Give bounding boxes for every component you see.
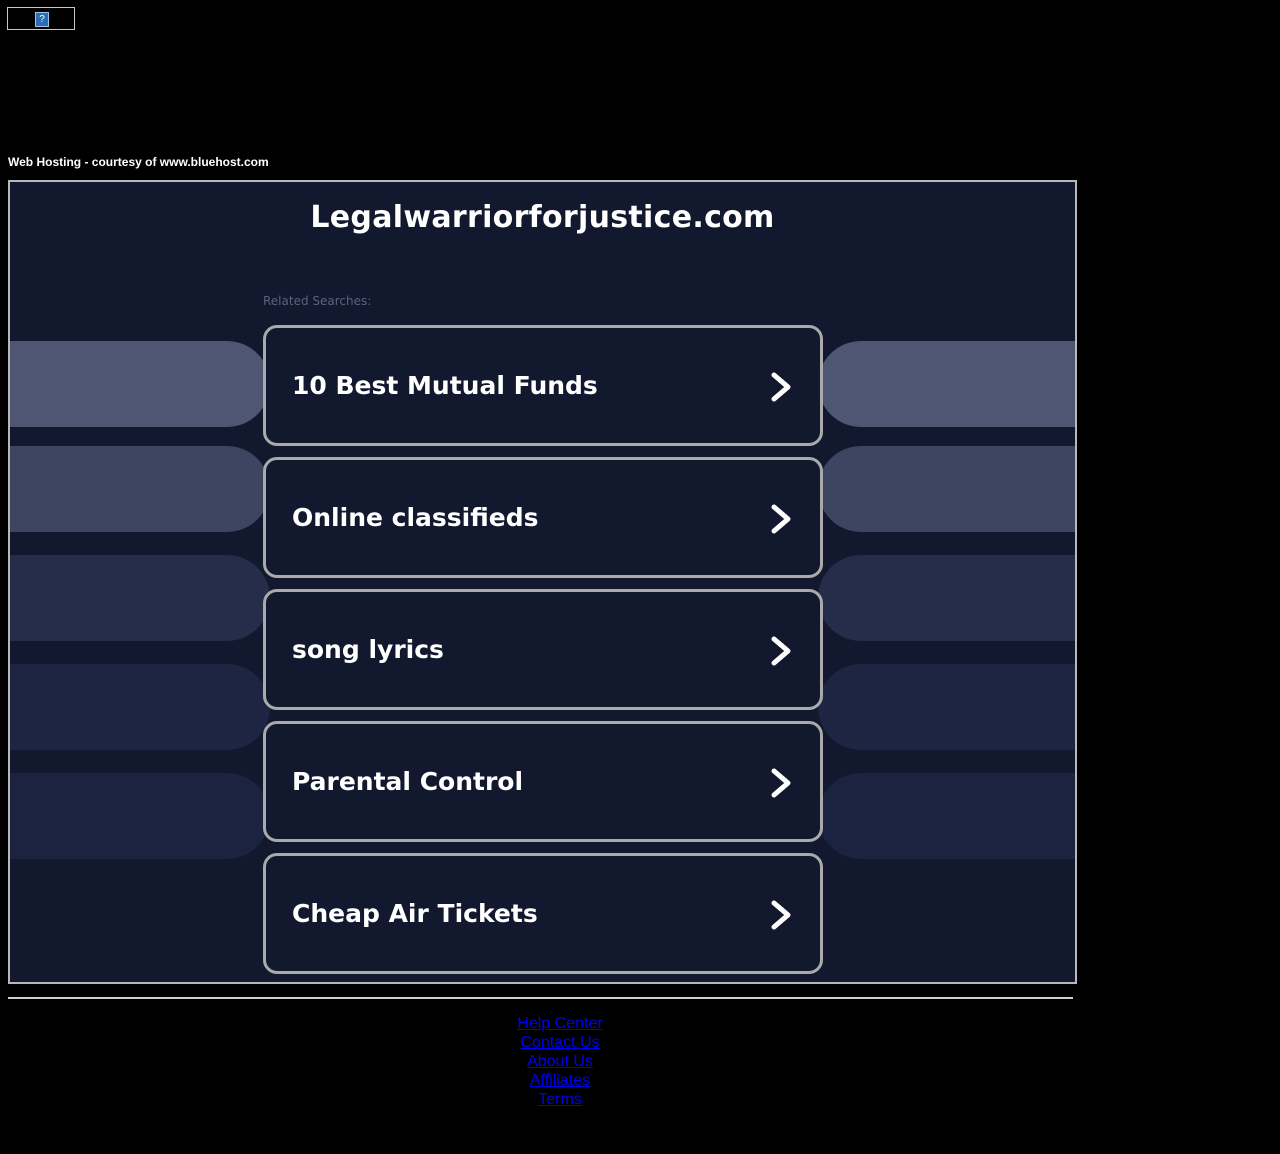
decor-pill xyxy=(10,446,270,532)
decor-pill xyxy=(818,446,1075,532)
terms-link[interactable]: Terms xyxy=(0,1090,1120,1109)
decor-pill xyxy=(818,773,1075,859)
help-center-link[interactable]: Help Center xyxy=(0,1014,1120,1033)
decor-pill xyxy=(10,555,270,641)
related-search-link[interactable]: Cheap Air Tickets xyxy=(263,853,823,974)
about-us-link[interactable]: About Us xyxy=(0,1052,1120,1071)
chevron-right-icon xyxy=(771,900,791,930)
related-search-label: Cheap Air Tickets xyxy=(292,899,538,928)
related-searches-label: Related Searches: xyxy=(263,294,372,308)
related-search-label: song lyrics xyxy=(292,635,444,664)
chevron-right-icon xyxy=(771,636,791,666)
related-search-link[interactable]: Online classifieds xyxy=(263,457,823,578)
chevron-right-icon xyxy=(771,504,791,534)
footer-divider xyxy=(8,997,1073,999)
related-search-label: Online classifieds xyxy=(292,503,539,532)
decor-pill xyxy=(10,341,270,427)
hosting-credit: Web Hosting - courtesy of www.bluehost.c… xyxy=(8,155,269,169)
broken-image-icon: ? xyxy=(35,12,49,27)
related-search-link[interactable]: Parental Control xyxy=(263,721,823,842)
contact-us-link[interactable]: Contact Us xyxy=(0,1033,1120,1052)
related-search-link[interactable]: song lyrics xyxy=(263,589,823,710)
decor-pill xyxy=(10,664,270,750)
footer-links: Help Center Contact Us About Us Affiliat… xyxy=(0,1014,1120,1109)
broken-image-box: ? xyxy=(7,7,75,30)
chevron-right-icon xyxy=(771,372,791,402)
chevron-right-icon xyxy=(771,768,791,798)
decor-pill xyxy=(10,773,270,859)
related-search-link[interactable]: 10 Best Mutual Funds xyxy=(263,325,823,446)
related-search-label: Parental Control xyxy=(292,767,524,796)
parked-domain-panel: Legalwarriorforjustice.com Related Searc… xyxy=(8,180,1077,984)
domain-title: Legalwarriorforjustice.com xyxy=(310,200,775,235)
related-search-label: 10 Best Mutual Funds xyxy=(292,371,598,400)
decor-pill xyxy=(818,555,1075,641)
decor-pill xyxy=(818,341,1075,427)
affiliates-link[interactable]: Affiliates xyxy=(0,1071,1120,1090)
decor-pill xyxy=(818,664,1075,750)
